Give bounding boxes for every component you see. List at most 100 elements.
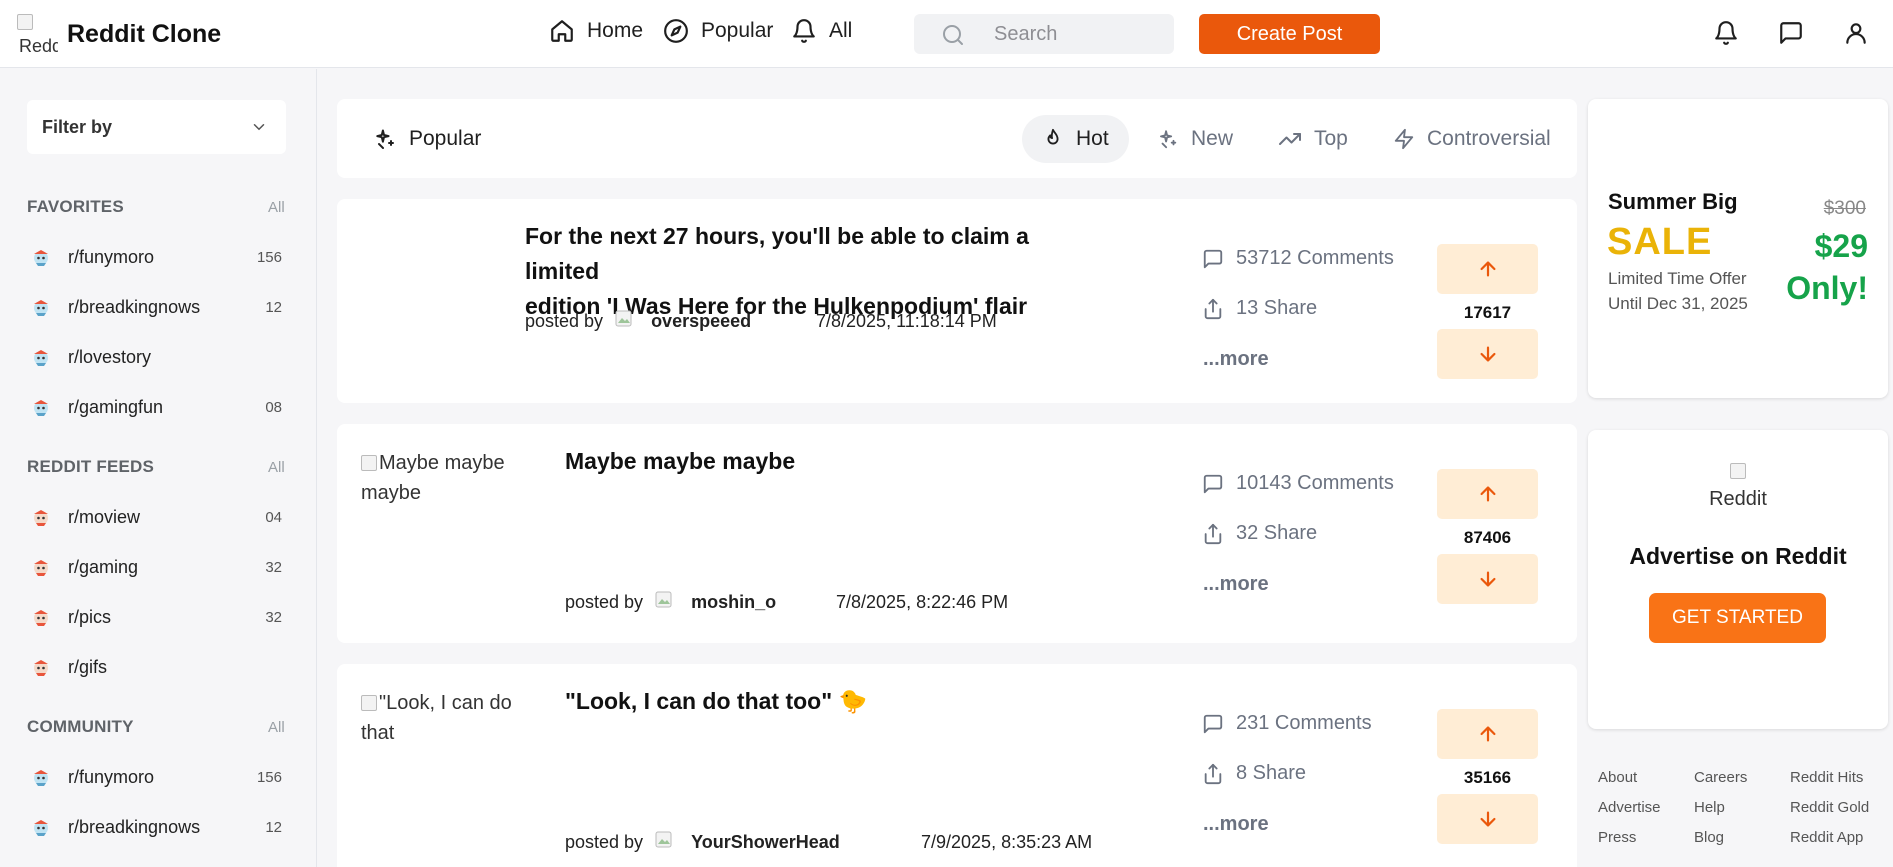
section-all-link[interactable]: All [268,199,285,216]
post-card[interactable]: "Look, I can do that "Look, I can do tha… [337,664,1577,867]
share-button[interactable]: 13 Share [1202,297,1317,320]
community-avatar-icon [30,246,52,268]
sort-hot[interactable]: Hot [1022,115,1129,163]
upvote-button[interactable] [1437,709,1538,759]
more-link[interactable]: ...more [1203,813,1269,836]
broken-image-icon [1730,463,1746,479]
comments-button[interactable]: 53712 Comments [1202,247,1394,270]
share-icon [1202,298,1224,320]
post-thumbnail[interactable]: "Look, I can do that [361,688,531,748]
sidebar-item-lovestory[interactable]: r/lovestory [30,342,286,372]
filter-label: Filter by [42,117,113,137]
sidebar-item-funymoro[interactable]: r/funymoro 156 [30,242,286,272]
sort-new[interactable]: New [1157,115,1233,163]
sale-ad-card[interactable]: Summer Big SALE Limited Time Offer Until… [1588,99,1888,398]
post-title[interactable]: Maybe maybe maybe [565,444,1065,479]
sparkles-icon [373,127,397,151]
community-name: r/funymoro [68,246,155,267]
comment-icon [1202,248,1224,270]
arrow-down-icon [1477,808,1499,830]
comments-count: 10143 Comments [1236,472,1394,494]
nav-all[interactable]: All [791,18,852,44]
create-post-button[interactable]: Create Post [1199,14,1380,54]
sort-new-label: New [1191,127,1234,150]
section-all-link[interactable]: All [268,719,285,736]
post-title[interactable]: "Look, I can do that too" 🐤 [565,684,1065,719]
search-box[interactable] [914,14,1174,54]
sort-top-label: Top [1314,127,1348,150]
more-link[interactable]: ...more [1203,573,1269,596]
section-title-favorites: FAVORITES [27,197,124,216]
logo-image[interactable]: Reddit [17,14,58,54]
share-button[interactable]: 32 Share [1202,522,1317,545]
post-author[interactable]: overspeeed [651,311,751,332]
sort-top[interactable]: Top [1278,115,1348,163]
community-avatar-icon [30,656,52,678]
sidebar-item-breadkingnows[interactable]: r/breadkingnows 12 [30,292,286,322]
sidebar-item-gamingfun[interactable]: r/gamingfun 08 [30,392,286,422]
nav-popular[interactable]: Popular [663,18,773,44]
community-name: r/funymoro [68,766,155,787]
get-started-button[interactable]: GET STARTED [1649,593,1826,643]
notifications-icon[interactable] [1713,20,1739,46]
footer-link[interactable]: Reddit Hits [1790,769,1863,786]
sort-controversial-label: Controversial [1427,127,1551,150]
upvote-button[interactable] [1437,469,1538,519]
footer-link[interactable]: Careers [1694,769,1747,786]
logo-alt-text: Reddit [19,36,58,54]
community-count: 08 [265,398,282,416]
community-name: r/breadkingnows [68,816,201,837]
post-card[interactable]: For the next 27 hours, you'll be able to… [337,199,1577,403]
upvote-button[interactable] [1437,244,1538,294]
arrow-up-icon [1477,723,1499,745]
downvote-button[interactable] [1437,554,1538,604]
post-card[interactable]: Maybe maybe maybe Maybe maybe maybe post… [337,424,1577,643]
nav-popular-label: Popular [701,19,774,42]
downvote-button[interactable] [1437,794,1538,844]
sidebar-item-gifs[interactable]: r/gifs [30,652,286,682]
section-all-link[interactable]: All [268,459,285,476]
footer-link[interactable]: Advertise [1598,799,1661,816]
post-author[interactable]: moshin_o [691,592,776,613]
comments-button[interactable]: 10143 Comments [1202,472,1394,495]
post-author[interactable]: YourShowerHead [691,832,840,853]
brand-title[interactable]: Reddit Clone [67,20,221,49]
community-count: 04 [265,508,282,526]
bell-icon [791,18,817,44]
advertise-title: Advertise on Reddit [1629,543,1847,569]
footer-link[interactable]: Help [1694,799,1725,816]
footer-link[interactable]: Reddit App [1790,829,1863,846]
community-avatar-icon [30,816,52,838]
user-avatar-icon [655,831,677,853]
arrow-down-icon [1477,568,1499,590]
arrow-up-icon [1477,258,1499,280]
chat-icon[interactable] [1778,20,1804,46]
sidebar-item-gaming[interactable]: r/gaming 32 [30,552,286,582]
user-icon[interactable] [1843,20,1869,46]
filter-dropdown[interactable]: Filter by [27,100,286,154]
posted-by-label: posted by [525,310,604,331]
sort-controversial[interactable]: Controversial [1393,115,1551,163]
sidebar-item-funymoro[interactable]: r/funymoro 156 [30,762,286,792]
post-title[interactable]: For the next 27 hours, you'll be able to… [525,219,1085,324]
downvote-button[interactable] [1437,329,1538,379]
footer-link[interactable]: Reddit Gold [1790,799,1869,816]
comments-button[interactable]: 231 Comments [1202,712,1372,735]
share-button[interactable]: 8 Share [1202,762,1306,785]
community-name: r/gamingfun [68,396,164,417]
footer-link[interactable]: About [1598,769,1637,786]
footer-link[interactable]: Press [1598,829,1636,846]
community-count: 12 [265,298,282,316]
trending-up-icon [1278,127,1302,151]
community-count: 12 [265,818,282,836]
nav-home[interactable]: Home [549,18,643,44]
sidebar-item-breadkingnows[interactable]: r/breadkingnows 12 [30,812,286,842]
footer-link[interactable]: Blog [1694,829,1724,846]
community-name: r/pics [68,606,112,627]
post-thumbnail[interactable]: Maybe maybe maybe [361,448,531,508]
search-input[interactable] [994,20,1154,48]
sidebar-item-pics[interactable]: r/pics 32 [30,602,286,632]
more-link[interactable]: ...more [1203,348,1269,371]
sidebar-item-moview[interactable]: r/moview 04 [30,502,286,532]
popular-filter[interactable]: Popular [373,115,481,163]
